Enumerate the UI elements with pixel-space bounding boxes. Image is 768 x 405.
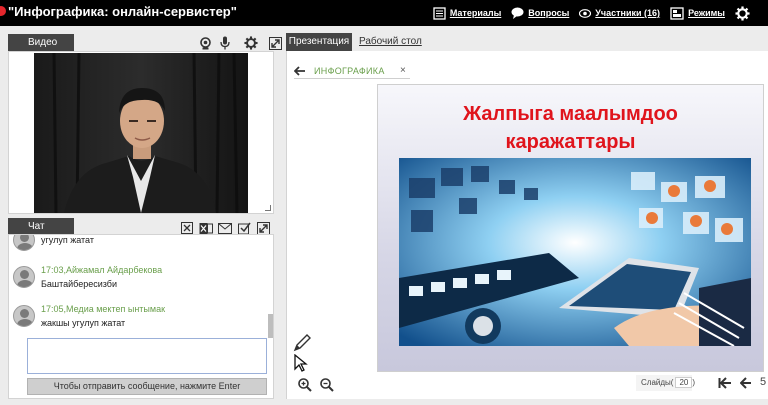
tab-presentation[interactable]: Презентация	[286, 33, 352, 51]
zoom-out-icon[interactable]	[320, 378, 334, 392]
video-tab[interactable]: Видео	[8, 34, 74, 51]
divider	[294, 78, 410, 79]
export-excel-icon[interactable]	[199, 221, 213, 235]
video-expand-icon[interactable]	[268, 36, 282, 50]
message-meta: 17:03,Айжамал Айдарбекова	[41, 265, 162, 275]
video-tab-label: Видео	[28, 37, 58, 48]
slide-illustration	[399, 158, 751, 346]
questions-label: Вопросы	[528, 8, 570, 18]
current-slide-number: 5	[760, 376, 767, 388]
pointer-tool-icon[interactable]	[294, 354, 308, 372]
message-author: Айжамал Айдарбекова	[66, 265, 163, 275]
top-nav: Материалы Вопросы Участники (16) Режимы	[433, 0, 750, 26]
video-panel	[8, 51, 274, 214]
slides-label: Слайды(	[641, 378, 674, 387]
video-resize-handle[interactable]	[265, 205, 271, 211]
chat-tab-label: Чат	[28, 221, 45, 232]
materials-icon	[433, 6, 446, 20]
send-hint-bar[interactable]: Чтобы отправить сообщение, нажмите Enter	[27, 378, 267, 395]
message-meta: 17:05,Медиа мектеп ынтымак	[41, 304, 165, 314]
modes-icon	[670, 6, 684, 20]
tab-desktop[interactable]: Рабочий стол	[359, 36, 422, 47]
message-time: 17:03,	[41, 265, 67, 275]
slide-title-line-2: каражаттары	[505, 131, 636, 153]
avatar	[13, 266, 35, 288]
close-document-icon[interactable]: ×	[400, 65, 406, 76]
materials-button[interactable]: Материалы	[433, 6, 502, 20]
participants-button[interactable]: Участники (16)	[579, 8, 660, 18]
questions-icon	[511, 7, 524, 19]
clear-chat-icon[interactable]	[180, 221, 194, 235]
chat-panel: угулуп жатат 17:03,Айжамал Айдарбекова Б…	[8, 234, 274, 399]
modes-button[interactable]: Режимы	[670, 6, 725, 20]
chat-message: 17:03,Айжамал Айдарбекова Баштайбересизб…	[13, 265, 162, 289]
message-author: Медиа мектеп ынтымак	[66, 304, 166, 314]
message-text: угулуп жатат	[41, 235, 94, 245]
chat-message: 17:05,Медиа мектеп ынтымак жакшы угулуп …	[13, 304, 165, 328]
modes-label: Режимы	[688, 8, 725, 18]
back-arrow-icon	[294, 66, 305, 76]
zoom-controls	[298, 378, 334, 392]
settings-gear-icon[interactable]	[735, 5, 750, 21]
slide-title-line-1: Жалпыга маалымдоо	[463, 103, 678, 125]
participants-label: Участники (16)	[595, 8, 661, 18]
message-time: 17:05,	[41, 304, 67, 314]
document-name: ИНФОГРАФИКА	[314, 66, 385, 76]
chat-message: угулуп жатат	[13, 235, 94, 251]
webcam-video[interactable]	[34, 53, 248, 213]
chat-expand-icon[interactable]	[256, 221, 270, 235]
pencil-tool-icon[interactable]	[293, 334, 311, 352]
video-tools	[198, 36, 282, 50]
avatar	[13, 305, 35, 327]
slides-count[interactable]: 20	[675, 377, 693, 388]
message-text: Баштайбересизби	[41, 279, 117, 289]
record-indicator-icon	[0, 6, 6, 16]
first-slide-icon[interactable]	[718, 377, 732, 389]
presentation-slide: Жалпыга маалымдоо каражаттары	[377, 84, 764, 372]
video-settings-gear-icon[interactable]	[244, 36, 258, 50]
app-title: "Инфографика: онлайн-сервистер"	[8, 4, 237, 19]
participants-icon	[579, 8, 592, 18]
zoom-in-icon[interactable]	[298, 378, 312, 392]
camera-icon[interactable]	[198, 36, 212, 50]
document-tab[interactable]: ИНФОГРАФИКА	[294, 63, 385, 79]
chat-tools	[180, 221, 270, 235]
chat-message-input[interactable]	[27, 338, 267, 374]
checkmark-icon[interactable]	[237, 221, 251, 235]
microphone-icon[interactable]	[218, 36, 232, 50]
slides-counter: Слайды(20)	[636, 375, 696, 391]
chat-tab[interactable]: Чат	[8, 218, 74, 235]
email-icon[interactable]	[218, 221, 232, 235]
questions-button[interactable]: Вопросы	[511, 7, 569, 19]
previous-slide-icon[interactable]	[740, 377, 752, 389]
avatar	[13, 235, 35, 251]
chat-scrollbar[interactable]	[268, 314, 273, 338]
top-bar: "Инфографика: онлайн-сервистер" Материал…	[0, 0, 768, 26]
message-text: жакшы угулуп жатат	[41, 318, 126, 328]
slides-count-close: )	[692, 378, 696, 387]
materials-label: Материалы	[449, 8, 502, 18]
slide-controls	[286, 373, 768, 399]
